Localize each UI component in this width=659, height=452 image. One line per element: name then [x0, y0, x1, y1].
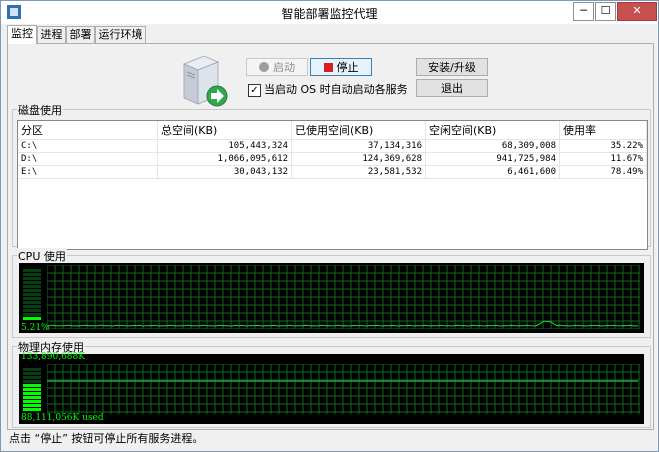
disk-usage-group: 磁盘使用 分区 总空间(KB) 已使用空间(KB) 空闲空间(KB) 使用率 C…	[12, 102, 651, 250]
memory-level-cell	[23, 404, 41, 407]
install-upgrade-button[interactable]: 安装/升级	[416, 58, 488, 76]
memory-level-cell	[23, 376, 41, 379]
col-free[interactable]: 空闲空间(KB)	[425, 121, 560, 140]
cpu-usage-group: CPU 使用 5.21%	[12, 248, 651, 338]
memory-level-cell	[23, 384, 41, 387]
memory-meter-panel: 133,890,688K 88,111,056K used	[19, 352, 644, 424]
cpu-level-cell	[23, 273, 41, 276]
memory-level-cell	[23, 372, 41, 375]
cpu-level-cell	[23, 269, 41, 272]
window-title: 智能部署监控代理	[281, 7, 378, 21]
col-used[interactable]: 已使用空间(KB)	[291, 121, 426, 140]
cpu-history-graph	[47, 265, 640, 329]
minimize-button[interactable]: ─	[573, 2, 594, 21]
memory-level-cell	[23, 396, 41, 399]
cpu-level-cell	[23, 317, 41, 320]
cpu-level-cell	[23, 301, 41, 304]
start-label: 启动	[273, 61, 295, 74]
status-text: 点击 “停止” 按钮可停止所有服务进程。	[9, 432, 204, 445]
cell-free: 6,461,600	[425, 165, 560, 179]
memory-usage-group: 物理内存使用 133,890,688K 88,111,056K used	[12, 339, 651, 428]
disk-table-container[interactable]: 分区 总空间(KB) 已使用空间(KB) 空闲空间(KB) 使用率 C:\ 10…	[17, 120, 648, 250]
tab-monitor[interactable]: 监控	[7, 25, 37, 44]
stop-button[interactable]: 停止	[310, 58, 372, 76]
disk-usage-label: 磁盘使用	[17, 102, 63, 118]
memory-level-cell	[23, 408, 41, 411]
memory-total-text: 133,890,688K	[21, 352, 85, 362]
start-icon	[259, 62, 269, 72]
col-partition[interactable]: 分区	[18, 121, 158, 140]
cpu-level-cell	[23, 297, 41, 300]
title-bar: 智能部署监控代理 ─ ☐ ✕	[1, 1, 658, 24]
table-header-row: 分区 总空间(KB) 已使用空间(KB) 空闲空间(KB) 使用率	[18, 121, 647, 140]
table-row[interactable]: E:\ 30,043,132 23,581,532 6,461,600 78.4…	[18, 165, 647, 179]
col-usage-rate[interactable]: 使用率	[559, 121, 647, 140]
cell-total: 1,066,095,612	[157, 152, 292, 166]
table-row[interactable]: D:\ 1,066,095,612 124,369,628 941,725,98…	[18, 152, 647, 166]
cell-free: 941,725,984	[425, 152, 560, 166]
cell-used: 23,581,532	[291, 165, 426, 179]
memory-used-text: 88,111,056K used	[21, 413, 104, 423]
memory-level-cell	[23, 400, 41, 403]
cpu-usage-label: CPU 使用	[17, 248, 67, 264]
cell-total: 30,043,132	[157, 165, 292, 179]
cell-used: 124,369,628	[291, 152, 426, 166]
cell-free: 68,309,008	[425, 139, 560, 153]
cell-partition: E:\	[18, 165, 158, 179]
cell-usage-rate: 11.67%	[559, 152, 647, 166]
memory-level-cell	[23, 392, 41, 395]
autostart-checkbox-row[interactable]: ✓ 当启动 OS 时自动启动各服务	[248, 81, 408, 97]
maximize-button[interactable]: ☐	[595, 2, 616, 21]
tab-deploy[interactable]: 部署	[66, 26, 95, 43]
cell-usage-rate: 35.22%	[559, 139, 647, 153]
autostart-checkbox[interactable]: ✓	[248, 83, 261, 97]
cell-usage-rate: 78.49%	[559, 165, 647, 179]
cell-partition: C:\	[18, 139, 158, 153]
tab-process[interactable]: 进程	[37, 26, 66, 43]
table-row[interactable]: C:\ 105,443,324 37,134,316 68,309,008 35…	[18, 139, 647, 153]
memory-level-cell	[23, 388, 41, 391]
cpu-level-cell	[23, 313, 41, 316]
cpu-level-cell	[23, 289, 41, 292]
disk-table: 分区 总空间(KB) 已使用空间(KB) 空闲空间(KB) 使用率 C:\ 10…	[18, 121, 647, 179]
cpu-percent-text: 5.21%	[21, 323, 50, 333]
exit-button[interactable]: 退出	[416, 79, 488, 97]
col-total[interactable]: 总空间(KB)	[157, 121, 292, 140]
tab-runtime[interactable]: 运行环境	[95, 26, 146, 43]
status-bar: 点击 “停止” 按钮可停止所有服务进程。	[1, 428, 658, 451]
autostart-label: 当启动 OS 时自动启动各服务	[264, 83, 408, 96]
cpu-level-cell	[23, 285, 41, 288]
stop-label: 停止	[336, 61, 359, 74]
cpu-level-cell	[23, 309, 41, 312]
cpu-level-cell	[23, 293, 41, 296]
server-start-icon	[182, 55, 228, 107]
memory-level-cell	[23, 368, 41, 371]
main-window: 智能部署监控代理 ─ ☐ ✕ 监控 进程 部署 运行环境 启动 停止 ✓ 当启动 …	[0, 0, 659, 452]
cpu-level-cell	[23, 281, 41, 284]
cpu-level-cell	[23, 305, 41, 308]
cpu-level-cell	[23, 277, 41, 280]
memory-history-graph	[47, 364, 640, 414]
memory-level-cell	[23, 380, 41, 383]
start-button[interactable]: 启动	[246, 58, 308, 76]
monitor-panel: 启动 停止 ✓ 当启动 OS 时自动启动各服务 安装/升级 退出 磁盘使用 分区 …	[7, 43, 654, 430]
cell-total: 105,443,324	[157, 139, 292, 153]
cpu-meter-panel: 5.21%	[19, 263, 644, 333]
stop-icon	[323, 63, 333, 72]
close-button[interactable]: ✕	[617, 2, 657, 21]
cell-used: 37,134,316	[291, 139, 426, 153]
cell-partition: D:\	[18, 152, 158, 166]
